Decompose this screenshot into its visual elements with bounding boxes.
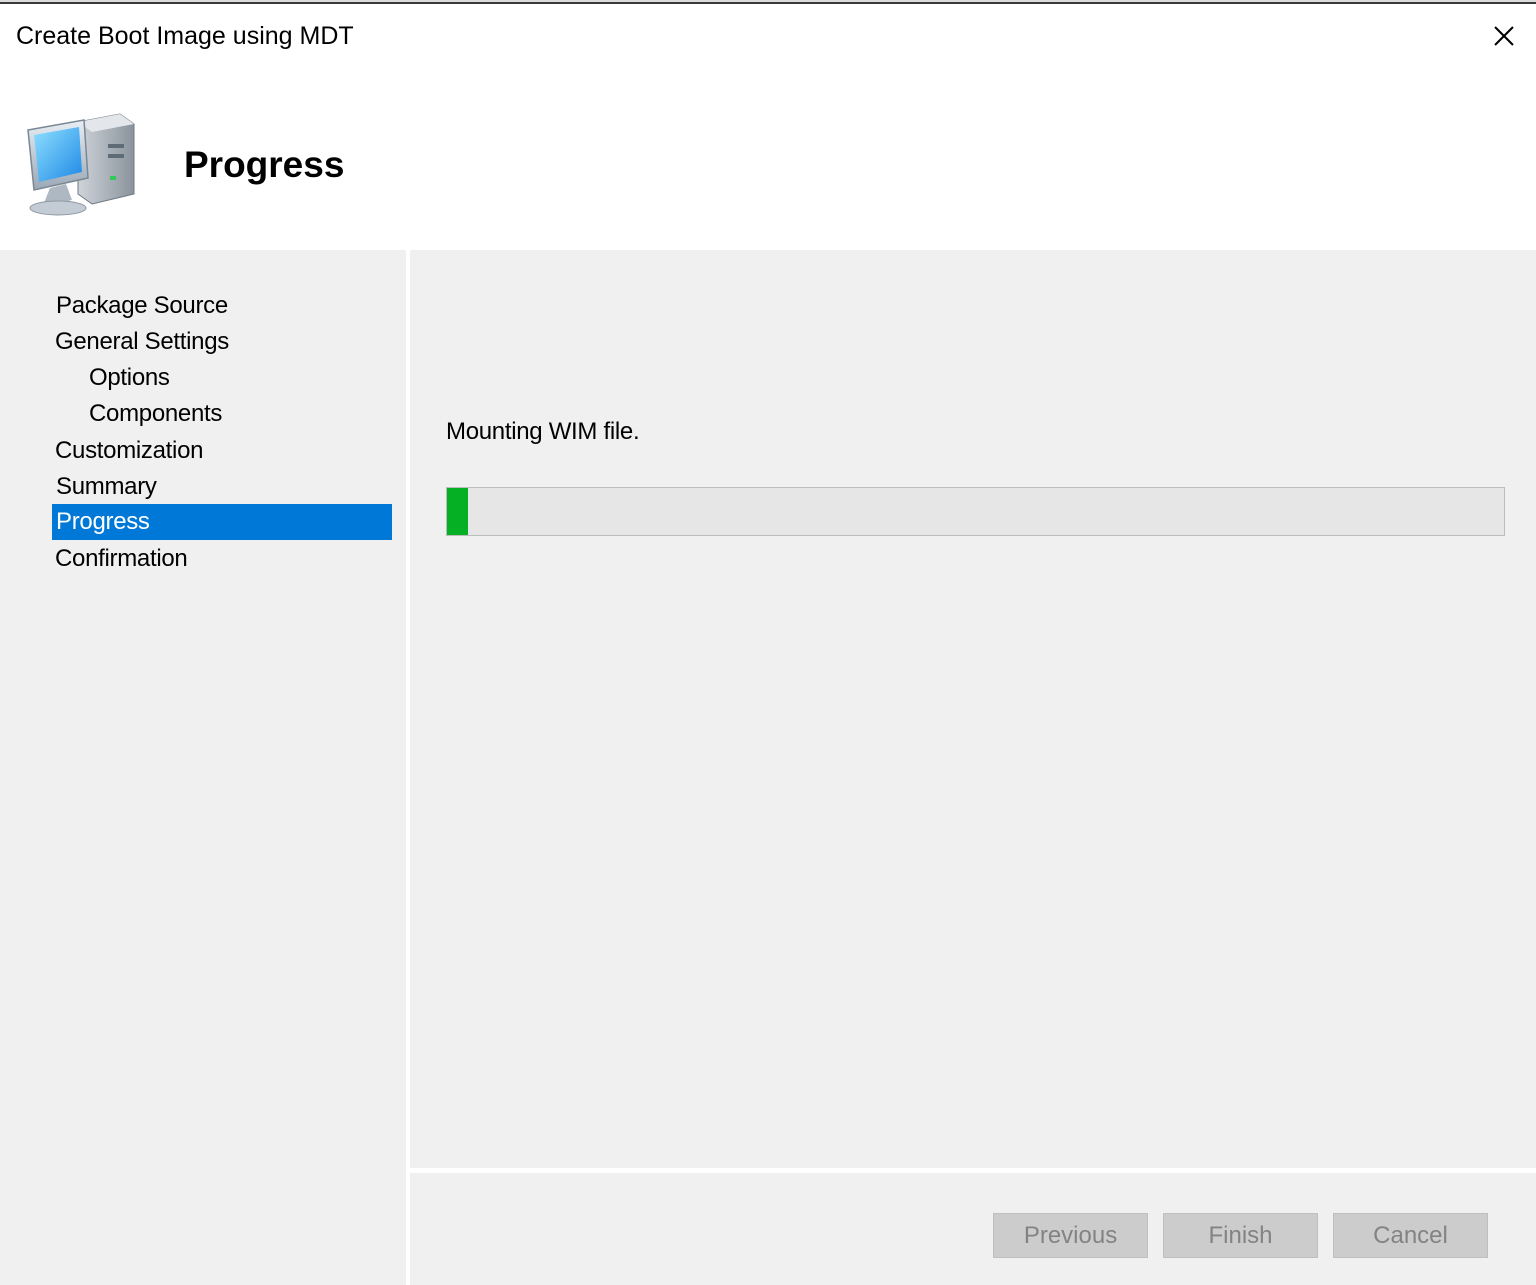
title-bar: Create Boot Image using MDT [0,4,1536,68]
computer-icon [27,113,135,216]
cancel-button[interactable]: Cancel [1333,1213,1488,1258]
wizard-header: Progress [0,68,1536,250]
progress-bar [446,487,1505,536]
status-message: Mounting WIM file. [446,418,640,445]
close-button[interactable] [1484,14,1524,58]
finish-button[interactable]: Finish [1163,1213,1318,1258]
main-content: Mounting WIM file. [410,250,1536,1168]
sidebar-item-progress[interactable]: Progress [52,504,392,540]
sidebar-item-summary[interactable]: Summary [52,469,157,505]
sidebar-item-confirmation[interactable]: Confirmation [51,541,188,577]
sidebar-item-components[interactable]: Components [85,396,222,432]
wizard-footer: Previous Finish Cancel [410,1173,1536,1285]
window-title: Create Boot Image using MDT [16,22,354,50]
previous-button[interactable]: Previous [993,1213,1148,1258]
progress-bar-fill [447,488,469,535]
wizard-steps-sidebar: Package Source General Settings Options … [0,250,406,1285]
page-title: Progress [184,144,345,185]
sidebar-item-customization[interactable]: Customization [51,433,203,469]
sidebar-item-options[interactable]: Options [85,360,170,396]
sidebar-item-general-settings[interactable]: General Settings [51,324,229,360]
close-icon [1494,26,1514,46]
sidebar-item-package-source[interactable]: Package Source [52,288,228,324]
